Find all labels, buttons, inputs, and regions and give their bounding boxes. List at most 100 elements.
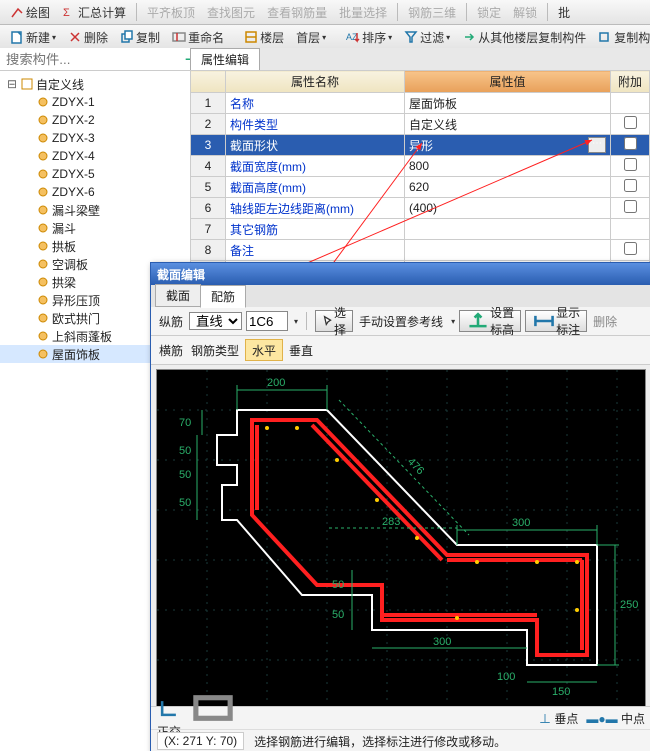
prop-name[interactable]: 名称 [226, 93, 405, 114]
label-manual[interactable]: 手动设置参考线 [359, 313, 443, 330]
row-num: 5 [191, 177, 226, 198]
tree-item[interactable]: ZDYX-2 [0, 111, 190, 129]
btn-delete[interactable]: 删除 [63, 26, 113, 48]
btn-filter[interactable]: 过滤▾ [399, 26, 455, 48]
tree-item[interactable]: 拱板 [0, 237, 190, 255]
col-add: 附加 [611, 71, 650, 93]
tree-item[interactable]: 漏斗 [0, 219, 190, 237]
prop-value[interactable] [405, 219, 611, 240]
tree-root[interactable]: 自定义线 [36, 76, 84, 93]
tree-item[interactable]: ZDYX-1 [0, 93, 190, 111]
btn-batch[interactable]: 批 [553, 1, 575, 23]
btn-sumcalc[interactable]: Σ汇总计算 [57, 1, 131, 23]
btn-select[interactable]: 选择 [315, 310, 353, 332]
prop-value[interactable]: (400) [405, 198, 611, 219]
svg-text:50: 50 [332, 579, 344, 591]
svg-text:50: 50 [332, 609, 344, 621]
svg-text:476: 476 [405, 456, 426, 478]
btn-draw[interactable]: 绘图 [5, 1, 55, 23]
search-input[interactable] [4, 51, 185, 68]
tree-collapse-icon[interactable]: ⊟ [6, 77, 18, 91]
chevron-down-icon[interactable]: ▾ [52, 33, 56, 42]
ellipsis-button[interactable]: ⋯ [588, 137, 606, 153]
label-long: 纵筋 [159, 313, 183, 330]
label-type: 钢筋类型 [191, 342, 239, 359]
section-statusbar: 正交 动态输入 ⊥ 垂点 ▬●▬ 中点 (X: 271 Y: 70) 选择钢筋进… [151, 706, 650, 751]
rebar-toolbar-1: 纵筋 直线 ▾ 选择 手动设置参考线▾ 设置标高 显示标注 删除 [151, 307, 650, 336]
svg-text:250: 250 [620, 599, 638, 611]
tree-item[interactable]: ZDYX-4 [0, 147, 190, 165]
svg-text:50: 50 [179, 469, 191, 481]
btn-show-dim[interactable]: 显示标注 [525, 310, 587, 332]
btn-unlock: 解锁 [508, 1, 542, 23]
btn-view-rebar: 查看钢筋量 [262, 1, 332, 23]
row-num: 2 [191, 114, 226, 135]
btn-new[interactable]: 新建▾ [5, 26, 61, 48]
svg-text:300: 300 [512, 517, 530, 529]
prop-name[interactable]: 截面宽度(mm) [226, 156, 405, 177]
row-num: 4 [191, 156, 226, 177]
tree-item[interactable]: ZDYX-6 [0, 183, 190, 201]
input-spec[interactable] [246, 311, 288, 331]
prop-name[interactable]: 构件类型 [226, 114, 405, 135]
svg-text:Σ: Σ [63, 7, 70, 19]
svg-text:50: 50 [179, 445, 191, 457]
sel-linetype[interactable]: 直线 [189, 312, 242, 330]
prop-name[interactable]: 备注 [226, 240, 405, 261]
btn-copy-from[interactable]: 从其他楼层复制构件 [457, 26, 591, 48]
btn-lock: 锁定 [472, 1, 506, 23]
prop-name[interactable]: 轴线距左边线距离(mm) [226, 198, 405, 219]
btn-vertical[interactable]: 垂直 [289, 342, 313, 359]
spec-dd-icon[interactable]: ▾ [294, 317, 298, 326]
prop-value[interactable]: 800 [405, 156, 611, 177]
snap-perp[interactable]: ⊥ 垂点 [539, 710, 578, 727]
prop-name[interactable]: 截面高度(mm) [226, 177, 405, 198]
sel-floor[interactable]: 首层▾ [291, 26, 331, 48]
cursor-coord: (X: 271 Y: 70) [157, 732, 244, 750]
prop-add-cb[interactable] [611, 177, 650, 198]
property-table: 属性名称属性值附加 1名称屋面饰板2构件类型自定义线3截面形状异形⋯4截面宽度(… [190, 70, 650, 282]
prop-name[interactable]: 其它钢筋 [226, 219, 405, 240]
prop-add-cb[interactable] [611, 135, 650, 156]
tree-item[interactable]: ZDYX-3 [0, 129, 190, 147]
row-num: 1 [191, 93, 226, 114]
col-name: 属性名称 [226, 71, 405, 93]
rebar-toolbar-2: 横筋 钢筋类型 水平 垂直 [151, 336, 650, 365]
prop-add-cb[interactable] [611, 93, 650, 114]
btn-del-dim: 删除 [593, 313, 617, 330]
prop-value[interactable]: 屋面饰板 [405, 93, 611, 114]
label-floor: 楼层 [239, 26, 289, 48]
prop-add-cb[interactable] [611, 198, 650, 219]
btn-horizontal[interactable]: 水平 [245, 339, 283, 361]
prop-value[interactable]: 自定义线 [405, 114, 611, 135]
tab-rebar[interactable]: 配筋 [200, 285, 246, 308]
prop-value[interactable]: 620 [405, 177, 611, 198]
row-num: 6 [191, 198, 226, 219]
section-canvas[interactable]: 200 70 50 50 50 476 283 300 250 300 100 … [156, 369, 646, 719]
prop-value[interactable] [405, 240, 611, 261]
btn-copy-to[interactable]: 复制构 [593, 26, 650, 48]
btn-copy[interactable]: 复制 [115, 26, 165, 48]
prop-add-cb[interactable] [611, 114, 650, 135]
tree-item[interactable]: ZDYX-5 [0, 165, 190, 183]
tree-item[interactable]: 漏斗梁壁 [0, 201, 190, 219]
btn-rename[interactable]: 重命名 [167, 26, 229, 48]
tab-prop-edit[interactable]: 属性编辑 [190, 48, 260, 70]
snap-mid[interactable]: ▬●▬ 中点 [586, 710, 645, 727]
chevron-down-icon[interactable]: ▾ [322, 33, 326, 42]
btn-set-elev[interactable]: 设置标高 [459, 310, 521, 332]
prop-add-cb[interactable] [611, 156, 650, 177]
label-trans: 横筋 [159, 342, 183, 359]
btn-3d: 钢筋三维 [403, 1, 461, 23]
row-num: 3 [191, 135, 226, 156]
prop-add-cb[interactable] [611, 219, 650, 240]
tab-section[interactable]: 截面 [155, 284, 201, 307]
search-box: ➔ [0, 48, 190, 71]
prop-value[interactable]: 异形⋯ [405, 135, 611, 156]
prop-add-cb[interactable] [611, 240, 650, 261]
svg-text:70: 70 [179, 417, 191, 429]
status-hint: 选择钢筋进行编辑，选择标注进行修改或移动。 [254, 733, 506, 750]
prop-name[interactable]: 截面形状 [226, 135, 405, 156]
btn-sort[interactable]: AZ排序▾ [341, 26, 397, 48]
svg-text:100: 100 [497, 671, 515, 683]
